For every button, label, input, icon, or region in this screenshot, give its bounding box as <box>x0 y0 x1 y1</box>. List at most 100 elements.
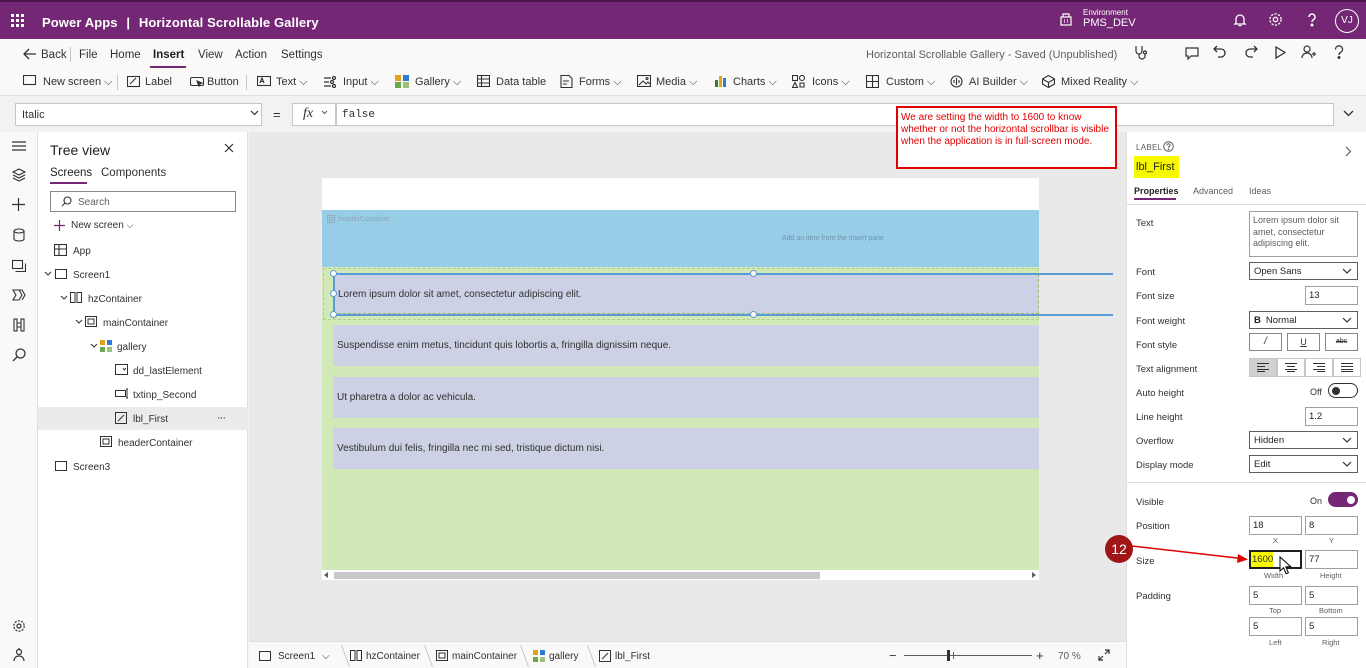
overflow-dropdown[interactable]: Hidden <box>1249 431 1358 449</box>
tab-advanced[interactable]: Advanced <box>1193 186 1233 196</box>
power-automate-icon[interactable] <box>12 289 26 301</box>
font-dropdown[interactable]: Open Sans <box>1249 262 1358 280</box>
menu-insert[interactable]: Insert <box>153 49 184 61</box>
tab-screens[interactable]: Screens <box>50 167 92 179</box>
screen-top-area[interactable] <box>322 178 1039 210</box>
underline-button[interactable]: U <box>1287 333 1320 351</box>
tab-components[interactable]: Components <box>101 167 166 179</box>
breadcrumb-maincontainer[interactable]: mainContainer <box>452 651 517 662</box>
app-checker-icon[interactable] <box>1133 45 1149 61</box>
tree-node-dd-lastelement[interactable]: dd_lastElement <box>133 366 202 377</box>
breadcrumb-lbl-first[interactable]: lbl_First <box>615 651 650 662</box>
position-y-input[interactable]: 8 <box>1305 516 1358 535</box>
comments-icon[interactable] <box>1185 47 1199 60</box>
database-icon[interactable] <box>13 228 25 242</box>
gallery-dropdown[interactable]: Gallery ⌵ <box>415 76 461 89</box>
align-right-button[interactable] <box>1305 358 1333 377</box>
icons-dropdown[interactable]: Icons ⌵ <box>812 76 850 89</box>
advanced-tools-icon[interactable] <box>13 318 25 332</box>
align-justify-button[interactable] <box>1333 358 1361 377</box>
tab-properties[interactable]: Properties <box>1134 186 1179 196</box>
menu-settings[interactable]: Settings <box>281 49 323 61</box>
share-user-icon[interactable] <box>1301 45 1316 59</box>
back-arrow-icon[interactable] <box>23 48 36 60</box>
zoom-slider-track[interactable] <box>904 655 1032 656</box>
data-table-button[interactable]: Data table <box>496 76 546 88</box>
align-left-button[interactable] <box>1249 358 1277 377</box>
resize-handle[interactable] <box>750 311 757 318</box>
tree-node-lbl-first[interactable]: lbl_First <box>133 414 168 425</box>
tree-node-gallery[interactable]: gallery <box>117 342 146 353</box>
align-center-button[interactable] <box>1277 358 1305 377</box>
chevron-down-icon[interactable] <box>75 319 83 325</box>
new-screen-button[interactable]: New screen ⌵ <box>43 76 112 89</box>
resize-handle[interactable] <box>750 270 757 277</box>
bell-icon[interactable] <box>1233 12 1247 27</box>
insert-button-button[interactable]: Button <box>207 76 239 88</box>
gear-icon[interactable] <box>1268 12 1283 27</box>
chevron-down-icon[interactable] <box>44 271 52 277</box>
media-library-icon[interactable] <box>12 258 26 272</box>
tree-node-hzcontainer[interactable]: hzContainer <box>88 294 142 305</box>
close-icon[interactable] <box>224 143 234 153</box>
line-height-input[interactable]: 1.2 <box>1305 407 1358 426</box>
hamburger-icon[interactable] <box>12 141 26 151</box>
size-height-input[interactable]: 77 <box>1305 550 1358 569</box>
chevron-down-icon[interactable] <box>60 295 68 301</box>
tree-node-app[interactable]: App <box>73 246 91 257</box>
settings-gear-icon[interactable] <box>12 619 26 633</box>
undo-icon[interactable] <box>1213 45 1227 59</box>
gallery-row-label[interactable]: Suspendisse enim metus, tincidunt quis l… <box>333 325 1039 366</box>
text-dropdown[interactable]: Text ⌵ <box>276 76 308 89</box>
mixed-reality-dropdown[interactable]: Mixed Reality ⌵ <box>1061 76 1138 89</box>
breadcrumb-hzcontainer[interactable]: hzContainer <box>366 651 420 662</box>
display-mode-dropdown[interactable]: Edit <box>1249 455 1358 473</box>
virtual-agent-icon[interactable] <box>12 648 26 662</box>
zoom-in-button[interactable]: + <box>1036 648 1044 663</box>
expand-formula-chevron-icon[interactable] <box>1343 110 1354 117</box>
gallery-row-label[interactable]: Lorem ipsum dolor sit amet, consectetur … <box>333 274 1039 314</box>
tree-node-txtinp-second[interactable]: txtinp_Second <box>133 390 196 401</box>
resize-handle[interactable] <box>330 290 337 297</box>
layers-icon[interactable] <box>12 168 26 182</box>
tree-node-screen1[interactable]: Screen1 <box>73 270 110 281</box>
help-question-icon[interactable] <box>1333 45 1345 59</box>
strikethrough-button[interactable]: abc <box>1325 333 1358 351</box>
gallery-row-label[interactable]: Ut pharetra a dolor ac vehicula. <box>333 377 1039 418</box>
property-selector[interactable]: Italic <box>15 103 262 126</box>
environment-picker[interactable]: Environment PMS_DEV <box>1083 7 1136 29</box>
redo-icon[interactable] <box>1244 45 1258 59</box>
resize-handle[interactable] <box>330 270 337 277</box>
media-dropdown[interactable]: Media ⌵ <box>656 76 697 89</box>
menu-action[interactable]: Action <box>235 49 267 61</box>
charts-dropdown[interactable]: Charts ⌵ <box>733 76 777 89</box>
breadcrumb-screen1[interactable]: Screen1 ⌵ <box>278 651 330 662</box>
chevron-down-icon[interactable] <box>90 343 98 349</box>
scroll-left-arrow-icon[interactable] <box>324 572 329 578</box>
gallery-row-label[interactable]: Vestibulum dui felis, fringilla nec mi s… <box>333 428 1039 469</box>
fx-button[interactable] <box>292 103 336 126</box>
padding-bottom-input[interactable]: 5 <box>1305 586 1358 605</box>
italic-button[interactable]: / <box>1249 333 1282 351</box>
breadcrumb-gallery[interactable]: gallery <box>549 651 578 662</box>
position-x-input[interactable]: 18 <box>1249 516 1302 535</box>
visible-toggle[interactable] <box>1328 492 1358 507</box>
tree-node-maincontainer[interactable]: mainContainer <box>103 318 168 329</box>
preview-play-icon[interactable] <box>1275 46 1286 59</box>
more-options-icon[interactable]: ··· <box>217 412 226 424</box>
plus-icon[interactable] <box>12 198 25 211</box>
tree-node-screen3[interactable]: Screen3 <box>73 462 110 473</box>
font-size-input[interactable]: 13 <box>1305 286 1358 305</box>
header-container[interactable] <box>322 210 1039 267</box>
ai-builder-dropdown[interactable]: AI Builder ⌵ <box>969 76 1028 89</box>
avatar[interactable]: VJ <box>1335 9 1359 33</box>
insert-label-button[interactable]: Label <box>145 76 172 88</box>
menu-file[interactable]: File <box>79 49 98 61</box>
input-dropdown[interactable]: Input ⌵ <box>343 76 379 89</box>
scrollbar-thumb[interactable] <box>334 572 820 579</box>
forms-dropdown[interactable]: Forms ⌵ <box>579 76 622 89</box>
search-icon[interactable] <box>12 348 26 362</box>
back-button[interactable]: Back <box>41 49 67 61</box>
menu-view[interactable]: View <box>198 49 223 61</box>
zoom-out-button[interactable]: − <box>889 648 897 663</box>
